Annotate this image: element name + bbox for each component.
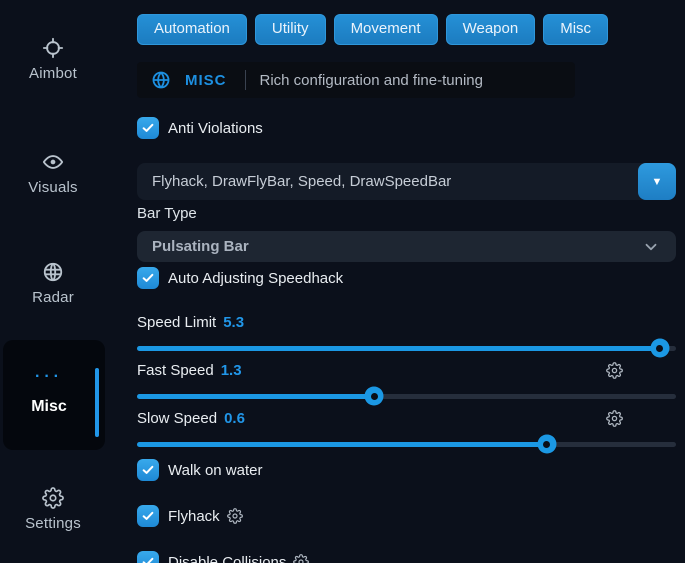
checkbox-row-walk-on-water: Walk on water xyxy=(137,458,262,482)
checkbox-row-auto-adjusting: Auto Adjusting Speedhack xyxy=(137,266,343,290)
slider-fill xyxy=(137,394,374,399)
slider-thumb[interactable] xyxy=(537,435,556,454)
divider xyxy=(245,70,246,90)
fast-speed-slider[interactable] xyxy=(137,387,676,405)
eye-icon xyxy=(42,151,64,173)
anti-violations-checkbox[interactable] xyxy=(137,117,159,139)
sidebar-item-aimbot[interactable]: Aimbot xyxy=(0,37,106,83)
section-subtitle: Rich configuration and fine-tuning xyxy=(260,72,483,89)
sidebar-item-settings[interactable]: Settings xyxy=(0,487,106,533)
crosshair-icon xyxy=(42,37,64,59)
speed-limit-label-row: Speed Limit 5.3 xyxy=(137,313,244,331)
slider-thumb[interactable] xyxy=(650,339,669,358)
slider-fill xyxy=(137,442,547,447)
tab-automation[interactable]: Automation xyxy=(137,14,247,45)
active-indicator xyxy=(95,368,99,437)
fast-speed-gear-icon[interactable] xyxy=(606,362,623,379)
slider-fill xyxy=(137,346,660,351)
sidebar-item-visuals[interactable]: Visuals xyxy=(0,151,106,197)
chevron-down-icon xyxy=(642,238,660,256)
slow-speed-label-row: Slow Speed 0.6 xyxy=(137,409,245,427)
slow-speed-slider[interactable] xyxy=(137,435,676,453)
checkbox-label: Walk on water xyxy=(168,462,262,479)
fast-speed-label-row: Fast Speed 1.3 xyxy=(137,361,242,379)
sidebar-item-label: Aimbot xyxy=(29,65,77,82)
checkbox-label: Auto Adjusting Speedhack xyxy=(168,270,343,287)
globe-icon xyxy=(151,70,171,90)
checkbox-label: Flyhack xyxy=(168,508,220,525)
bar-type-label: Bar Type xyxy=(137,205,197,222)
checkmark-icon xyxy=(141,463,155,477)
auto-adjusting-checkbox[interactable] xyxy=(137,267,159,289)
ellipsis-icon: ··· xyxy=(3,368,95,386)
slider-value: 1.3 xyxy=(221,362,242,379)
tab-weapon[interactable]: Weapon xyxy=(446,14,536,45)
section-header: MISC Rich configuration and fine-tuning xyxy=(137,62,575,98)
slider-label: Speed Limit xyxy=(137,314,216,331)
sidebar-item-label: Settings xyxy=(25,515,81,532)
checkbox-row-anti-violations: Anti Violations xyxy=(137,116,263,140)
checkbox-label: Anti Violations xyxy=(168,120,263,137)
walk-on-water-checkbox[interactable] xyxy=(137,459,159,481)
sidebar-item-label: Misc xyxy=(3,398,95,416)
speed-limit-slider[interactable] xyxy=(137,339,676,357)
sidebar: Aimbot Visuals Radar ··· Misc xyxy=(0,0,120,563)
sidebar-item-misc[interactable]: ··· Misc xyxy=(3,340,105,450)
tab-movement[interactable]: Movement xyxy=(334,14,438,45)
category-tabs: Automation Utility Movement Weapon Misc xyxy=(137,14,608,45)
gear-icon xyxy=(42,487,64,509)
slider-label: Slow Speed xyxy=(137,410,217,427)
checkbox-row-disable-collisions: Disable Collisions xyxy=(137,550,309,563)
bar-type-select[interactable]: Pulsating Bar xyxy=(137,231,676,262)
checkbox-label: Disable Collisions xyxy=(168,554,286,563)
multiselect-value: Flyhack, DrawFlyBar, Speed, DrawSpeedBar xyxy=(152,173,638,190)
sidebar-item-label: Radar xyxy=(32,289,74,306)
main-panel: Automation Utility Movement Weapon Misc … xyxy=(137,0,676,563)
checkmark-icon xyxy=(141,509,155,523)
disable-collisions-gear-icon[interactable] xyxy=(293,554,309,563)
tab-misc[interactable]: Misc xyxy=(543,14,608,45)
checkmark-icon xyxy=(141,121,155,135)
multiselect-dropdown-button[interactable]: ▼ xyxy=(638,163,676,200)
checkbox-row-flyhack: Flyhack xyxy=(137,504,243,528)
tab-utility[interactable]: Utility xyxy=(255,14,326,45)
flyhack-gear-icon[interactable] xyxy=(227,508,243,524)
slider-thumb[interactable] xyxy=(365,387,384,406)
slider-value: 0.6 xyxy=(224,410,245,427)
slider-label: Fast Speed xyxy=(137,362,214,379)
mod-menu-window: Aimbot Visuals Radar ··· Misc xyxy=(0,0,685,563)
select-value: Pulsating Bar xyxy=(152,238,642,255)
disable-collisions-checkbox[interactable] xyxy=(137,551,159,563)
checkmark-icon xyxy=(141,271,155,285)
sidebar-item-radar[interactable]: Radar xyxy=(0,261,106,307)
triangle-down-icon: ▼ xyxy=(652,176,663,188)
sidebar-item-label: Visuals xyxy=(28,179,77,196)
section-title: MISC xyxy=(185,72,227,89)
slow-speed-gear-icon[interactable] xyxy=(606,410,623,427)
checkmark-icon xyxy=(141,555,155,563)
bar-multiselect[interactable]: Flyhack, DrawFlyBar, Speed, DrawSpeedBar… xyxy=(137,163,676,200)
slider-value: 5.3 xyxy=(223,314,244,331)
flyhack-checkbox[interactable] xyxy=(137,505,159,527)
globe-icon xyxy=(42,261,64,283)
